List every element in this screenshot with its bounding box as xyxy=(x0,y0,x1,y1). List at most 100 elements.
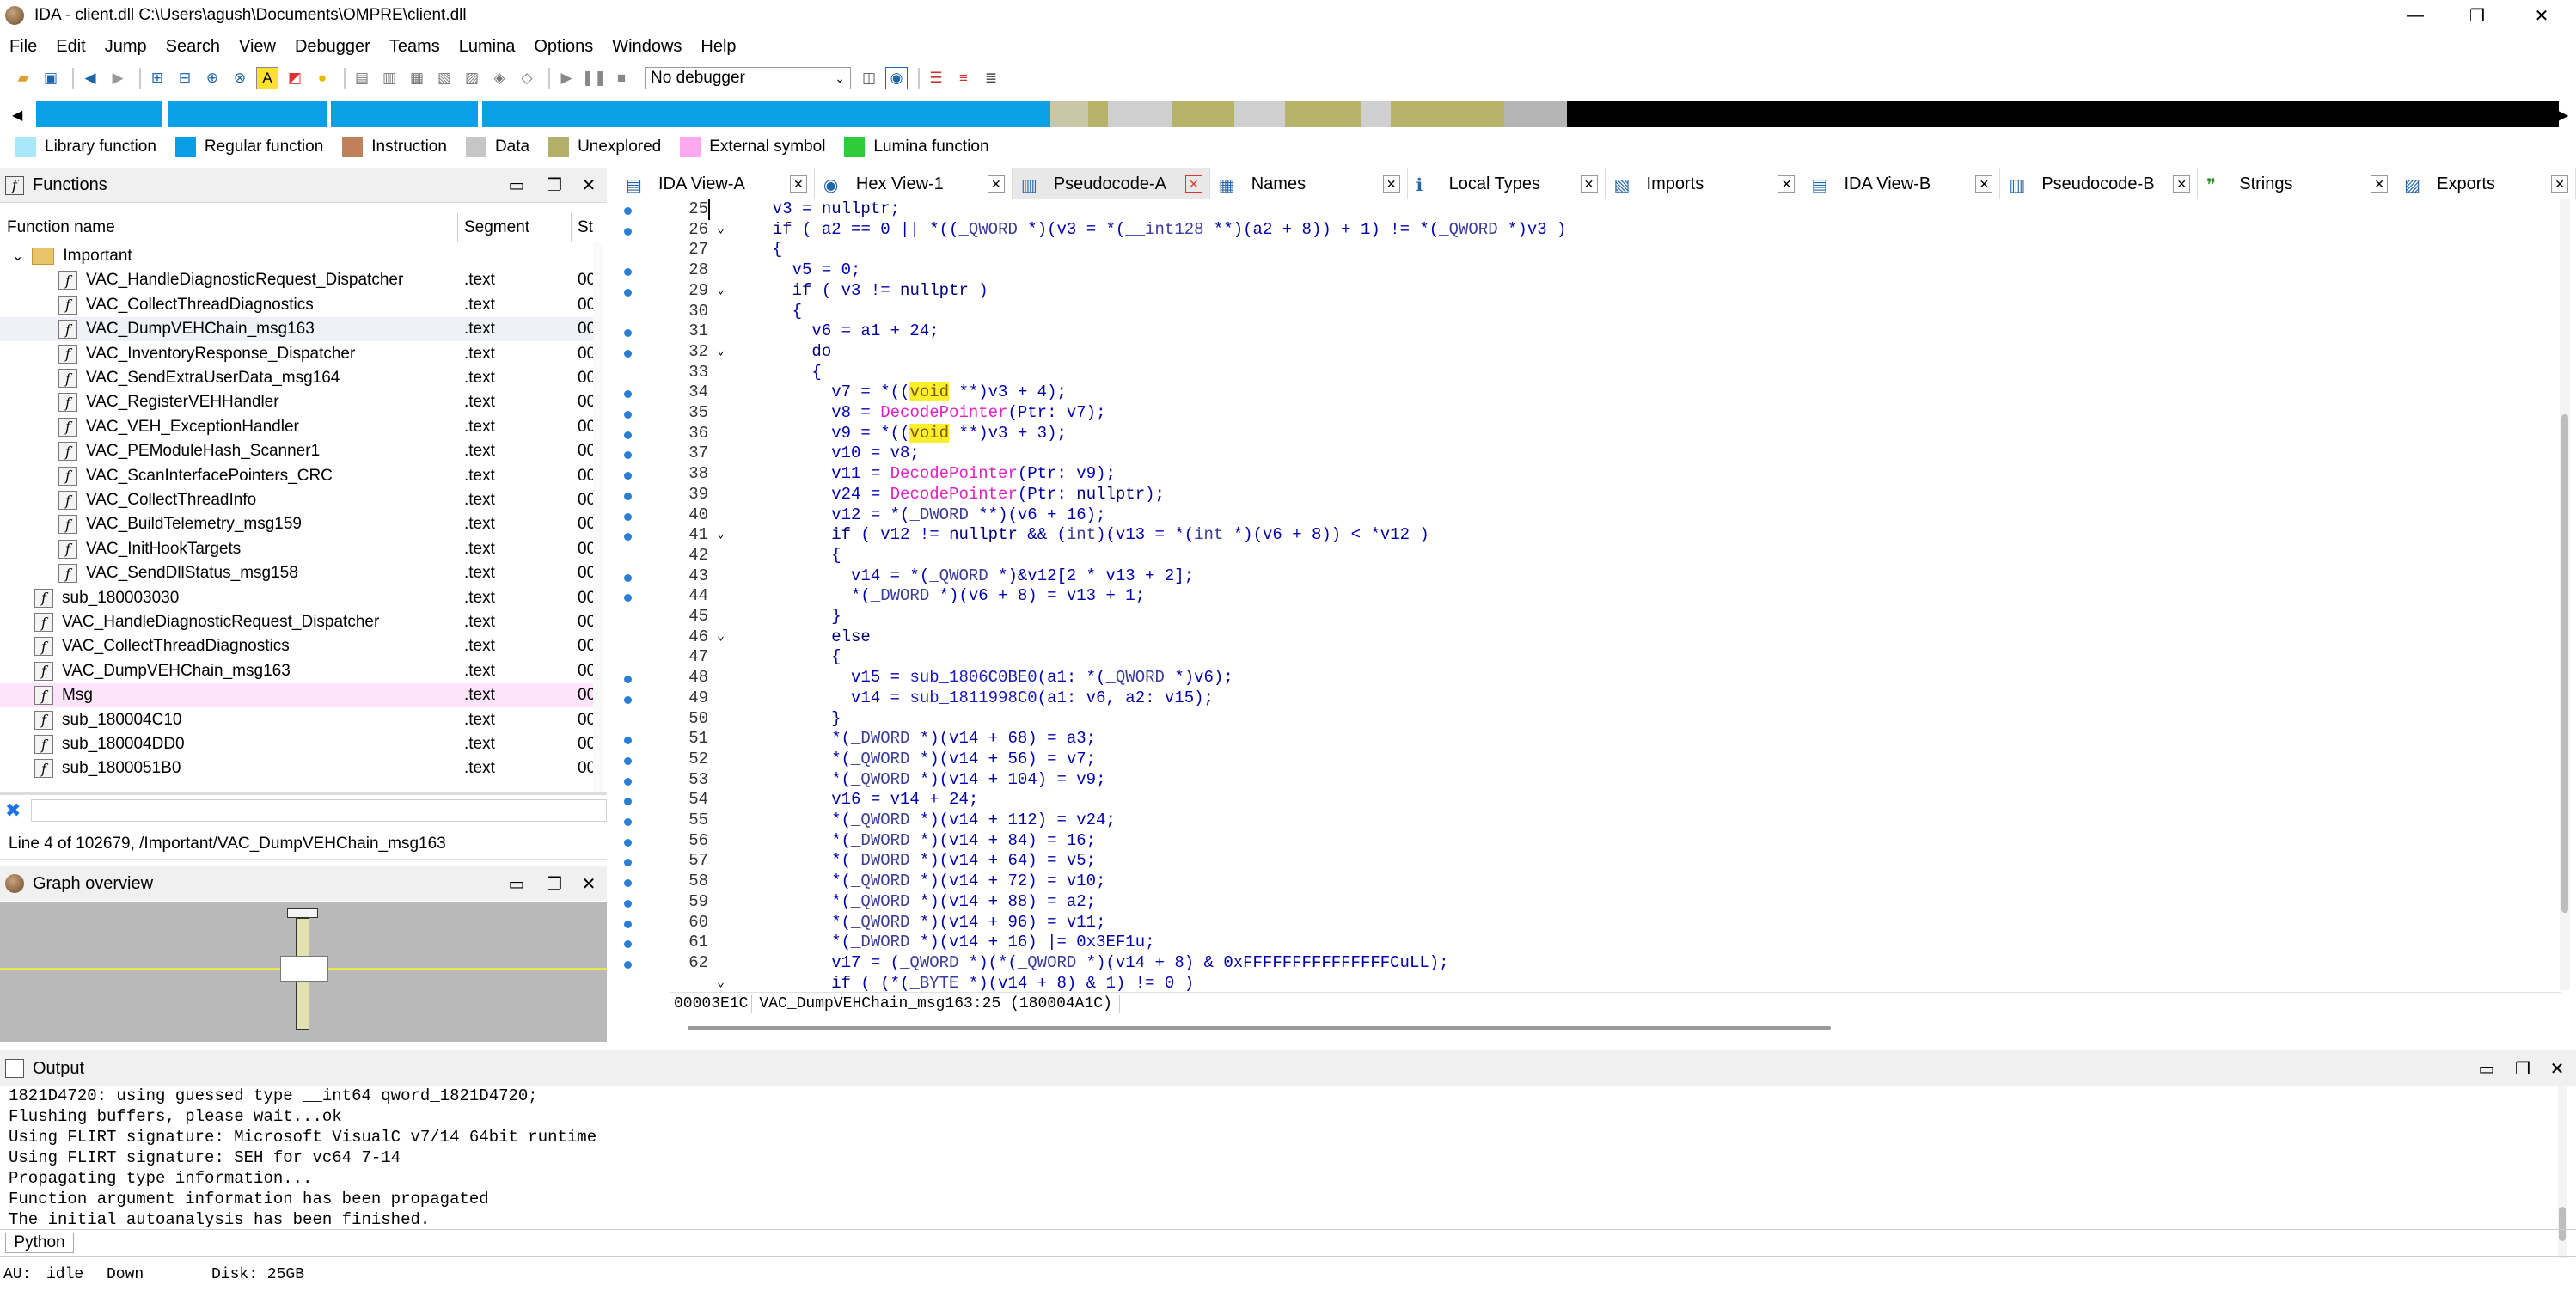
function-row[interactable]: f VAC_BuildTelemetry_msg159 .text 00 xyxy=(0,512,596,536)
breakpoints-icon[interactable]: ☰ xyxy=(925,67,947,89)
code-line[interactable]: 51 *(_DWORD *)(v14 + 68) = a3; xyxy=(624,729,2558,750)
breakpoint-dot-icon[interactable] xyxy=(624,777,632,786)
pause-icon[interactable]: ❚❚ xyxy=(582,67,607,89)
panel-maximize-icon[interactable]: ▭ xyxy=(502,168,531,202)
function-row[interactable]: f Msg .text 00 xyxy=(0,683,596,708)
pseudocode-view[interactable]: 25 v3 = nullptr; 26 ⌄ if ( a2 == 0 || *((_… xyxy=(624,199,2563,993)
breakpoint-dot-icon[interactable] xyxy=(624,207,632,215)
code-line[interactable]: 54 v16 = v14 + 24; xyxy=(624,790,2558,811)
function-row[interactable]: f VAC_HandleDiagnosticRequest_Dispatcher.… xyxy=(0,610,596,634)
fold-chevron-icon[interactable]: ⌄ xyxy=(717,281,725,297)
code-line[interactable]: 59 *(_QWORD *)(v14 + 88) = a2; xyxy=(624,892,2558,913)
tab-hex-view-1[interactable]: ◉ Hex View-1 ✕ xyxy=(815,168,1013,199)
code-line[interactable]: 47 { xyxy=(667,647,2558,668)
navbar-segment[interactable] xyxy=(1087,101,1109,127)
code-line[interactable]: 39 v24 = DecodePointer(Ptr: nullptr); xyxy=(624,485,2558,505)
panel-maximize-icon[interactable]: ▭ xyxy=(2472,1050,2501,1086)
struct-icon[interactable]: ▦ xyxy=(406,67,428,89)
text-search-icon[interactable]: ⊕ xyxy=(201,67,223,89)
code-line[interactable]: 36 v9 = *((void **)v3 + 3); xyxy=(624,423,2558,444)
graph-icon[interactable]: ⊞ xyxy=(146,67,168,89)
tab-ida-view-b[interactable]: ▤ IDA View-B ✕ xyxy=(1802,168,2001,199)
navbar-segment[interactable] xyxy=(1234,101,1285,127)
code-line[interactable]: 31 v6 = a1 + 24; xyxy=(624,321,2558,342)
breakpoint-dot-icon[interactable] xyxy=(624,899,632,908)
tab-close-icon[interactable]: ✕ xyxy=(1975,175,1993,193)
navbar-segment[interactable] xyxy=(1284,101,1361,127)
code-line[interactable]: 50 } xyxy=(667,709,2558,730)
fold-chevron-icon[interactable]: ⌄ xyxy=(717,627,725,644)
code-line[interactable]: 28 v5 = 0; xyxy=(624,260,2558,281)
code-line[interactable]: 27 { xyxy=(667,240,2558,260)
navbar-segment[interactable] xyxy=(482,101,1050,127)
folder-row[interactable]: ⌄ Important xyxy=(0,244,593,268)
function-row[interactable]: f VAC_CollectThreadDiagnostics .text 00 xyxy=(0,293,596,317)
breakpoint-dot-icon[interactable] xyxy=(624,838,632,847)
navigation-band[interactable]: ◀ ▶ xyxy=(0,98,2576,131)
save-icon[interactable]: ▣ xyxy=(40,67,62,89)
binary-icon[interactable]: ⊟ xyxy=(174,67,196,89)
sync-icon[interactable]: ◉ xyxy=(885,67,908,89)
tab-pseudocode-a[interactable]: ▥ Pseudocode-A ✕ xyxy=(1012,168,1210,199)
tab-close-icon[interactable]: ✕ xyxy=(1382,175,1400,193)
vertical-scrollbar[interactable] xyxy=(593,242,603,792)
tab-exports[interactable]: ▨ Exports ✕ xyxy=(2395,168,2576,199)
column-function-name[interactable]: Function name xyxy=(7,218,115,237)
function-row[interactable]: f VAC_DumpVEHChain_msg163 .text 00 xyxy=(0,317,596,342)
fold-chevron-icon[interactable]: ⌄ xyxy=(717,974,725,990)
function-row[interactable]: f VAC_PEModuleHash_Scanner1 .text 00 xyxy=(0,439,596,463)
navbar-segment[interactable] xyxy=(1504,101,1568,127)
function-row[interactable]: f VAC_InventoryResponse_Dispatcher .text 00 xyxy=(0,342,596,366)
panel-float-icon[interactable]: ❐ xyxy=(540,168,569,202)
code-line[interactable]: 25 v3 = nullptr; xyxy=(624,199,2558,220)
code-line[interactable]: 55 *(_QWORD *)(v14 + 112) = v24; xyxy=(624,811,2558,831)
tab-close-icon[interactable]: ✕ xyxy=(1184,175,1202,193)
breakpoint-dot-icon[interactable] xyxy=(624,695,632,704)
play-icon[interactable]: ▶ xyxy=(555,67,578,89)
function-row[interactable]: f VAC_RegisterVEHHandler .text 00 xyxy=(0,390,596,414)
tab-close-icon[interactable]: ✕ xyxy=(1580,175,1598,193)
chevron-down-icon[interactable]: ⌄ xyxy=(12,248,23,265)
function-row[interactable]: f VAC_SendDllStatus_msg158 .text 00 xyxy=(0,561,596,585)
menu-edit[interactable]: Edit xyxy=(46,37,95,57)
code-icon[interactable]: ▤ xyxy=(351,67,373,89)
function-row[interactable]: f VAC_CollectThreadInfo .text 00 xyxy=(0,488,596,512)
open-icon[interactable]: ▰ xyxy=(12,67,34,89)
code-line[interactable]: 32 ⌄ do xyxy=(624,342,2558,363)
breakpoint-dot-icon[interactable] xyxy=(624,818,632,826)
function-row[interactable]: f VAC_DumpVEHChain_msg163 .text 00 xyxy=(0,659,596,683)
fold-chevron-icon[interactable]: ⌄ xyxy=(717,525,725,541)
text-icon[interactable]: A xyxy=(256,67,278,89)
code-line[interactable]: 34 v7 = *((void **)v3 + 4); xyxy=(624,382,2558,403)
breakpoint-dot-icon[interactable] xyxy=(624,227,632,236)
tab-pseudocode-b[interactable]: ▥ Pseudocode-B ✕ xyxy=(2000,168,2199,199)
panel-close-icon[interactable]: ✕ xyxy=(574,168,603,202)
function-row[interactable]: f VAC_InitHookTargets .text 00 xyxy=(0,537,596,561)
forward-icon[interactable]: ▶ xyxy=(107,67,129,89)
function-row[interactable]: f VAC_ScanInterfacePointers_CRC .text 00 xyxy=(0,464,596,488)
tab-close-icon[interactable]: ✕ xyxy=(2371,175,2389,193)
breakpoint-dot-icon[interactable] xyxy=(624,573,632,582)
tab-ida-view-a[interactable]: ▤ IDA View-A ✕ xyxy=(617,168,815,199)
function-filter-input[interactable] xyxy=(31,799,607,822)
breakpoint-dot-icon[interactable] xyxy=(624,756,632,765)
code-line[interactable]: 26 ⌄ if ( a2 == 0 || *((_QWORD *)(v3 = *(… xyxy=(624,220,2558,241)
code-line[interactable]: 61 *(_DWORD *)(v14 + 16) |= 0x3EF1u; xyxy=(624,933,2558,953)
patch-icon[interactable]: ◈ xyxy=(488,67,511,89)
minimize-button[interactable]: — xyxy=(2389,0,2441,31)
code-line[interactable]: 37 v10 = v8; xyxy=(624,444,2558,464)
diamond-icon[interactable]: ◇ xyxy=(516,67,538,89)
code-line[interactable]: 60 *(_QWORD *)(v14 + 96) = v11; xyxy=(624,913,2558,933)
code-line[interactable]: 40 v12 = *(_DWORD **)(v6 + 16); xyxy=(624,505,2558,526)
code-line[interactable]: 42 { xyxy=(667,546,2558,566)
command-input[interactable] xyxy=(79,1233,2555,1253)
menu-search[interactable]: Search xyxy=(156,37,229,57)
breakpoint-dot-icon[interactable] xyxy=(624,431,632,439)
list-icon[interactable]: ≣ xyxy=(980,67,1002,89)
code-line[interactable]: 52 *(_QWORD *)(v14 + 56) = v7; xyxy=(624,750,2558,770)
maximize-button[interactable]: ❐ xyxy=(2451,0,2503,31)
code-line[interactable]: 56 *(_DWORD *)(v14 + 84) = 16; xyxy=(624,831,2558,852)
graph-overview-canvas[interactable] xyxy=(0,902,607,1042)
navigation-bar[interactable] xyxy=(36,101,2559,127)
menu-file[interactable]: File xyxy=(0,37,46,57)
